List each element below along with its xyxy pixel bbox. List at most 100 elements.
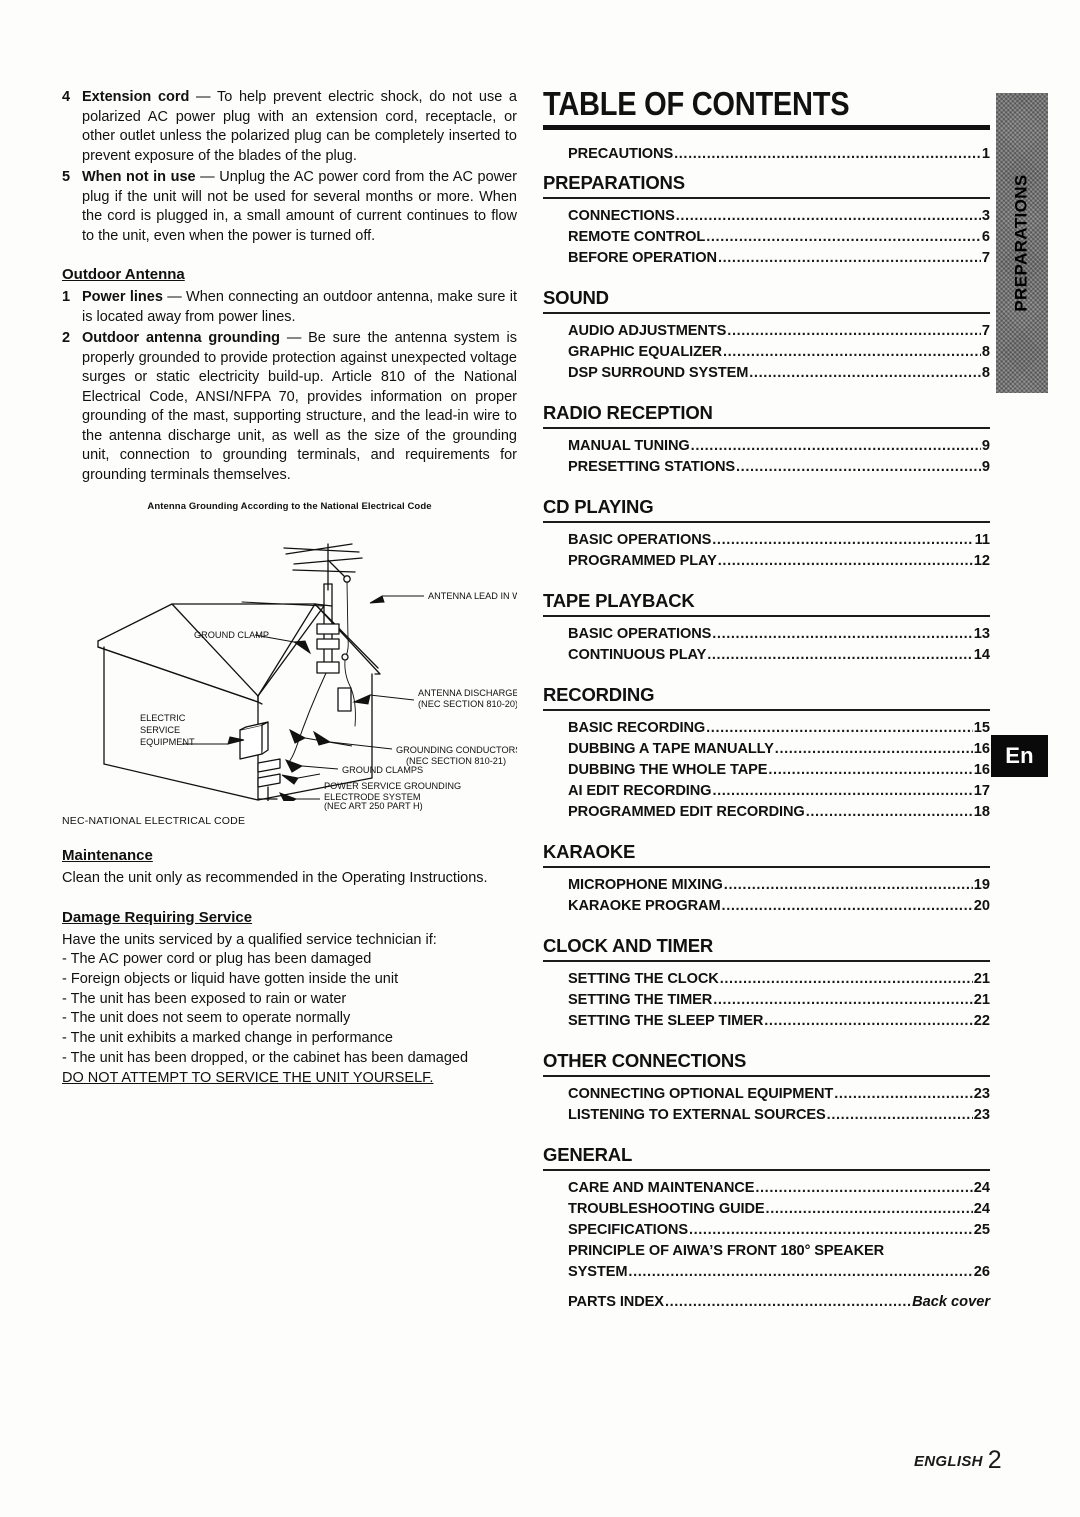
toc-entry-wrapped-line[interactable]: PRINCIPLE OF AIWA’S FRONT 180° SPEAKER bbox=[568, 1241, 990, 1262]
leader-dots: ........................................… bbox=[713, 992, 973, 1008]
toc-entry-page: 7 bbox=[981, 250, 990, 266]
list-item: - The unit exhibits a marked change in p… bbox=[62, 1030, 393, 1047]
item-bold-lead: Power lines bbox=[82, 289, 163, 305]
toc-entry-label: BASIC OPERATIONS bbox=[568, 626, 712, 642]
leader-dots: ........................................… bbox=[706, 720, 973, 736]
item-text: — Be sure the antenna system is properly… bbox=[82, 330, 517, 483]
leader-dots: ........................................… bbox=[826, 1107, 973, 1123]
section-thumb-tab: PREPARATIONS bbox=[996, 93, 1048, 393]
toc-section-heading: RECORDING bbox=[543, 684, 655, 705]
toc-entry-page: Back cover bbox=[912, 1294, 990, 1310]
toc-entry-label: SETTING THE TIMER bbox=[568, 992, 713, 1008]
toc-section-heading: GENERAL bbox=[543, 1144, 633, 1165]
toc-entry[interactable]: DUBBING THE WHOLE TAPE..................… bbox=[568, 760, 990, 781]
item-bold-lead: Outdoor antenna grounding bbox=[82, 330, 281, 346]
section-rule bbox=[543, 1075, 990, 1077]
item-number: 2 bbox=[62, 330, 71, 346]
language-badge: En bbox=[991, 735, 1048, 777]
toc-entry[interactable]: PROGRAMMED PLAY.........................… bbox=[568, 551, 990, 572]
footer-language: ENGLISH bbox=[914, 1453, 983, 1470]
toc-entry[interactable]: PRESETTING STATIONS.....................… bbox=[568, 457, 990, 478]
toc-entry[interactable]: LISTENING TO EXTERNAL SOURCES...........… bbox=[568, 1105, 990, 1126]
toc-entry-page: 6 bbox=[981, 229, 990, 245]
toc-entry-label: DSP SURROUND SYSTEM bbox=[568, 365, 749, 381]
toc-entry[interactable]: KARAOKE PROGRAM.........................… bbox=[568, 896, 990, 917]
toc-section-heading: OTHER CONNECTIONS bbox=[543, 1050, 747, 1071]
leader-dots: ........................................… bbox=[664, 1294, 912, 1310]
toc-entry[interactable]: CONNECTIONS.............................… bbox=[568, 206, 990, 227]
toc-entry[interactable]: TROUBLESHOOTING GUIDE...................… bbox=[568, 1199, 990, 1220]
leader-dots: ........................................… bbox=[717, 250, 981, 266]
toc-entry[interactable]: SETTING THE CLOCK.......................… bbox=[568, 969, 990, 990]
toc-entry-parts-index[interactable]: PARTS INDEX.............................… bbox=[568, 1292, 990, 1313]
leader-dots: ........................................… bbox=[717, 553, 973, 569]
toc-section: RECORDING BASIC RECORDING................… bbox=[543, 683, 990, 823]
diagram-lower-labels: (NEC ART 250 PART H) bbox=[324, 801, 423, 811]
leader-dots: ........................................… bbox=[727, 323, 981, 339]
toc-entry[interactable]: SPECIFICATIONS..........................… bbox=[568, 1220, 990, 1241]
label-antenna-lead-in-wire: ANTENNA LEAD IN WIRE bbox=[428, 591, 517, 601]
list-item: - The unit has been dropped, or the cabi… bbox=[62, 1049, 469, 1066]
toc-entry[interactable]: SETTING THE SLEEP TIMER.................… bbox=[568, 1011, 990, 1032]
toc-entry-label: PRINCIPLE OF AIWA’S FRONT 180° SPEAKER bbox=[568, 1243, 885, 1259]
toc-entry-page: 8 bbox=[981, 344, 990, 360]
toc-entry[interactable]: MANUAL TUNING...........................… bbox=[568, 436, 990, 457]
leader-dots: ........................................… bbox=[755, 1180, 972, 1196]
toc-entry-label: LISTENING TO EXTERNAL SOURCES bbox=[568, 1107, 826, 1123]
toc-entry-page: 1 bbox=[981, 146, 990, 162]
leader-dots: ........................................… bbox=[764, 1013, 972, 1029]
toc-entry-precautions[interactable]: PRECAUTIONS ............................… bbox=[568, 144, 990, 165]
toc-entry[interactable]: BEFORE OPERATION........................… bbox=[568, 248, 990, 269]
toc-section-heading: SOUND bbox=[543, 287, 609, 308]
toc-entry-label: SETTING THE SLEEP TIMER bbox=[568, 1013, 764, 1029]
toc-entry[interactable]: GRAPHIC EQUALIZER.......................… bbox=[568, 342, 990, 363]
toc-entry-page: 24 bbox=[973, 1180, 990, 1196]
leader-dots: ........................................… bbox=[805, 804, 973, 820]
toc-entry[interactable]: AI EDIT RECORDING.......................… bbox=[568, 781, 990, 802]
toc-entry-label: CONNECTING OPTIONAL EQUIPMENT bbox=[568, 1086, 834, 1102]
toc-entry-page: 15 bbox=[973, 720, 990, 736]
toc-entry[interactable]: PROGRAMMED EDIT RECORDING...............… bbox=[568, 802, 990, 823]
leader-dots: ........................................… bbox=[706, 229, 981, 245]
maintenance-text: Clean the unit only as recommended in th… bbox=[62, 870, 488, 886]
toc-section: KARAOKE MICROPHONE MIXING................… bbox=[543, 840, 990, 917]
toc-entry-page: 9 bbox=[981, 438, 990, 454]
left-column: 4 Extension cord — To help prevent elect… bbox=[62, 88, 517, 1089]
toc-entry[interactable]: SETTING THE TIMER.......................… bbox=[568, 990, 990, 1011]
toc-entry-page: 22 bbox=[973, 1013, 990, 1029]
toc-entry-page: 18 bbox=[973, 804, 990, 820]
toc-entry[interactable]: CARE AND MAINTENANCE....................… bbox=[568, 1178, 990, 1199]
maintenance-heading: Maintenance bbox=[62, 847, 153, 864]
toc-entry-page: 26 bbox=[973, 1264, 990, 1280]
toc-entry-label: BASIC OPERATIONS bbox=[568, 532, 712, 548]
leader-dots: ........................................… bbox=[721, 898, 973, 914]
toc-entry-label: SETTING THE CLOCK bbox=[568, 971, 719, 987]
label-nec-art-250: (NEC ART 250 PART H) bbox=[324, 801, 423, 811]
toc-section: OTHER CONNECTIONS CONNECTING OPTIONAL EQU… bbox=[543, 1049, 990, 1126]
toc-entry[interactable]: MICROPHONE MIXING.......................… bbox=[568, 875, 990, 896]
leader-dots: ........................................… bbox=[712, 626, 973, 642]
toc-entry-page: 8 bbox=[981, 365, 990, 381]
list-item: - The unit has been exposed to rain or w… bbox=[62, 990, 347, 1007]
toc-entry[interactable]: CONTINUOUS PLAY.........................… bbox=[568, 645, 990, 666]
toc-entry-page: 23 bbox=[973, 1107, 990, 1123]
toc-section-heading: TAPE PLAYBACK bbox=[543, 590, 695, 611]
toc-entry[interactable]: REMOTE CONTROL..........................… bbox=[568, 227, 990, 248]
toc-entry[interactable]: BASIC RECORDING.........................… bbox=[568, 718, 990, 739]
toc-entry[interactable]: DSP SURROUND SYSTEM.....................… bbox=[568, 363, 990, 384]
item-number: 5 bbox=[62, 169, 71, 185]
label-electrode-system: ELECTRODE SYSTEM bbox=[324, 792, 421, 801]
item-body: Power lines — When connecting an outdoor… bbox=[82, 288, 517, 327]
toc-entry[interactable]: BASIC OPERATIONS........................… bbox=[568, 624, 990, 645]
toc-entry[interactable]: CONNECTING OPTIONAL EQUIPMENT...........… bbox=[568, 1084, 990, 1105]
leader-dots: ........................................… bbox=[834, 1086, 973, 1102]
toc-entry-label: CARE AND MAINTENANCE bbox=[568, 1180, 755, 1196]
toc-entry-page: 13 bbox=[973, 626, 990, 642]
page-title: TABLE OF CONTENTS bbox=[543, 85, 850, 122]
toc-entry[interactable]: DUBBING A TAPE MANUALLY.................… bbox=[568, 739, 990, 760]
label-power-service-grounding: POWER SERVICE GROUNDING bbox=[324, 781, 461, 791]
toc-entry-label: DUBBING THE WHOLE TAPE bbox=[568, 762, 768, 778]
toc-entry[interactable]: AUDIO ADJUSTMENTS.......................… bbox=[568, 321, 990, 342]
toc-entry[interactable]: BASIC OPERATIONS........................… bbox=[568, 530, 990, 551]
toc-entry[interactable]: SYSTEM..................................… bbox=[568, 1262, 990, 1283]
